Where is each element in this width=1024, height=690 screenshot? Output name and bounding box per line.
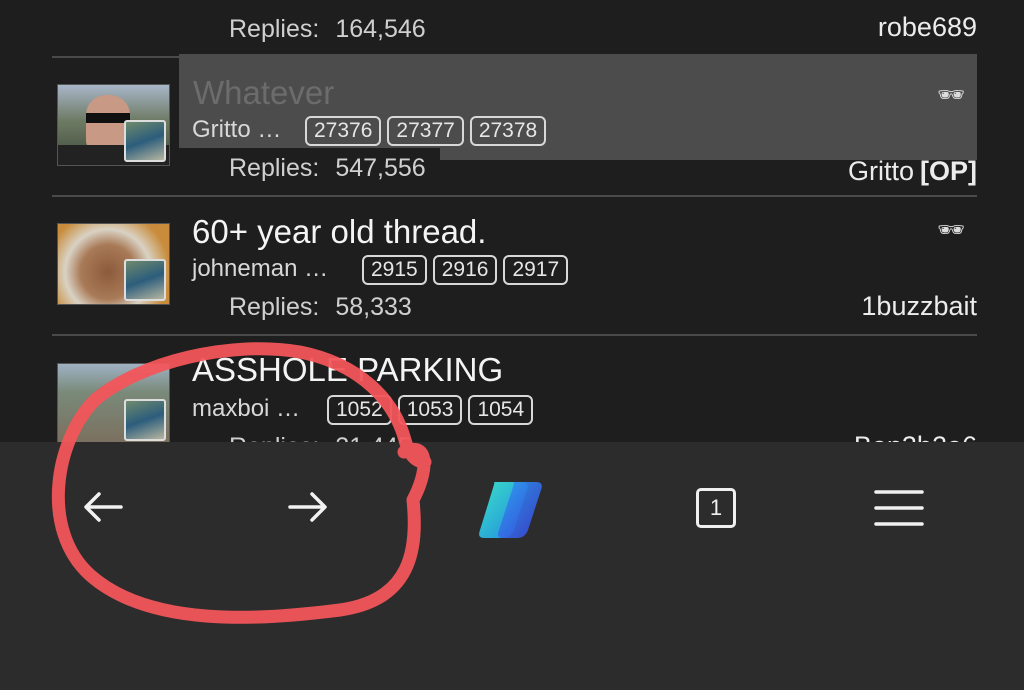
thread-thumbnail bbox=[57, 84, 170, 166]
thread-title[interactable]: Whatever bbox=[193, 74, 334, 112]
last-poster[interactable]: Gritto [OP] bbox=[848, 156, 977, 187]
replies-count: Replies: 164,546 bbox=[229, 15, 426, 44]
page-links: 1052 1053 1054 bbox=[327, 395, 534, 425]
replies-number: 164,546 bbox=[335, 15, 426, 43]
thread-thumbnail bbox=[57, 223, 170, 305]
thread-row[interactable]: Whatever Gritto … 27376 27377 27378 🕶 Re… bbox=[52, 54, 977, 197]
author-name[interactable]: johneman bbox=[192, 255, 297, 282]
page-link[interactable]: 27378 bbox=[469, 116, 547, 146]
menu-button[interactable] bbox=[870, 482, 928, 534]
page-link[interactable]: 2916 bbox=[432, 255, 498, 285]
thread-title[interactable]: ASSHOLE PARKING bbox=[192, 351, 503, 389]
page-link[interactable]: 2917 bbox=[503, 255, 569, 285]
page-links: 2915 2916 2917 bbox=[362, 255, 569, 285]
thumbnail-badge bbox=[124, 399, 166, 441]
forward-button[interactable] bbox=[278, 482, 338, 532]
tab-count-badge: 1 bbox=[696, 488, 736, 528]
replies-count: Replies: 547,556 bbox=[229, 154, 426, 183]
replies-number: 31,445 bbox=[335, 433, 411, 442]
copilot-button[interactable] bbox=[468, 472, 556, 546]
last-poster[interactable]: 1buzzbait bbox=[861, 291, 977, 322]
tabs-button[interactable]: 1 bbox=[690, 485, 742, 531]
page-link[interactable]: 1052 bbox=[327, 395, 392, 425]
last-poster[interactable]: Ben3b2e6 bbox=[854, 431, 977, 442]
page-links: 27376 27377 27378 bbox=[305, 116, 547, 146]
thread-list: Replies: 164,546 robe689 Whatever Gritto … bbox=[0, 0, 1024, 442]
ellipsis: … bbox=[276, 395, 301, 422]
thread-author[interactable]: johneman … bbox=[192, 255, 328, 283]
replies-label: Replies: bbox=[229, 15, 320, 43]
last-poster-name[interactable]: Gritto bbox=[848, 156, 914, 186]
thread-title[interactable]: 60+ year old thread. bbox=[192, 213, 486, 251]
thread-thumbnail bbox=[57, 363, 170, 442]
replies-number: 547,556 bbox=[335, 154, 426, 182]
page-link[interactable]: 1054 bbox=[468, 395, 534, 425]
thread-row[interactable]: 60+ year old thread. johneman … 2915 291… bbox=[52, 195, 977, 336]
replies-count: Replies: 31,445 bbox=[229, 433, 412, 442]
ellipsis: … bbox=[304, 255, 329, 282]
thread-row[interactable]: ASSHOLE PARKING maxboi … 1052 1053 1054 … bbox=[52, 335, 977, 442]
author-name[interactable]: Gritto bbox=[192, 116, 251, 143]
page-link[interactable]: 27377 bbox=[387, 116, 464, 146]
browser-toolbar: 1 bbox=[0, 442, 1024, 690]
author-name[interactable]: maxboi bbox=[192, 395, 269, 422]
arrow-right-icon bbox=[288, 492, 327, 522]
ellipsis: … bbox=[257, 116, 282, 143]
copilot-logo-icon bbox=[479, 482, 542, 538]
thread-author[interactable]: Gritto … bbox=[192, 116, 281, 144]
thumbnail-badge bbox=[124, 120, 166, 162]
replies-label: Replies: bbox=[229, 433, 319, 442]
thread-row[interactable]: Replies: 164,546 robe689 bbox=[52, 0, 977, 58]
replies-number: 58,333 bbox=[335, 293, 412, 321]
replies-label: Replies: bbox=[229, 293, 320, 321]
page-link[interactable]: 27376 bbox=[305, 116, 382, 146]
browser-screen: Replies: 164,546 robe689 Whatever Gritto … bbox=[0, 0, 1024, 690]
page-link[interactable]: 2915 bbox=[362, 255, 427, 285]
thumbnail-badge bbox=[124, 259, 166, 301]
sunglasses-icon: 🕶 bbox=[937, 82, 965, 107]
arrow-left-icon bbox=[84, 492, 123, 522]
last-poster[interactable]: robe689 bbox=[878, 12, 977, 43]
thread-author[interactable]: maxboi … bbox=[192, 395, 300, 423]
page-link[interactable]: 1053 bbox=[397, 395, 463, 425]
hamburger-menu-icon bbox=[874, 490, 924, 526]
replies-label: Replies: bbox=[229, 154, 320, 182]
op-badge: [OP] bbox=[920, 156, 977, 186]
replies-count: Replies: 58,333 bbox=[229, 293, 412, 322]
back-button[interactable] bbox=[73, 482, 133, 532]
sunglasses-icon: 🕶 bbox=[937, 217, 965, 242]
